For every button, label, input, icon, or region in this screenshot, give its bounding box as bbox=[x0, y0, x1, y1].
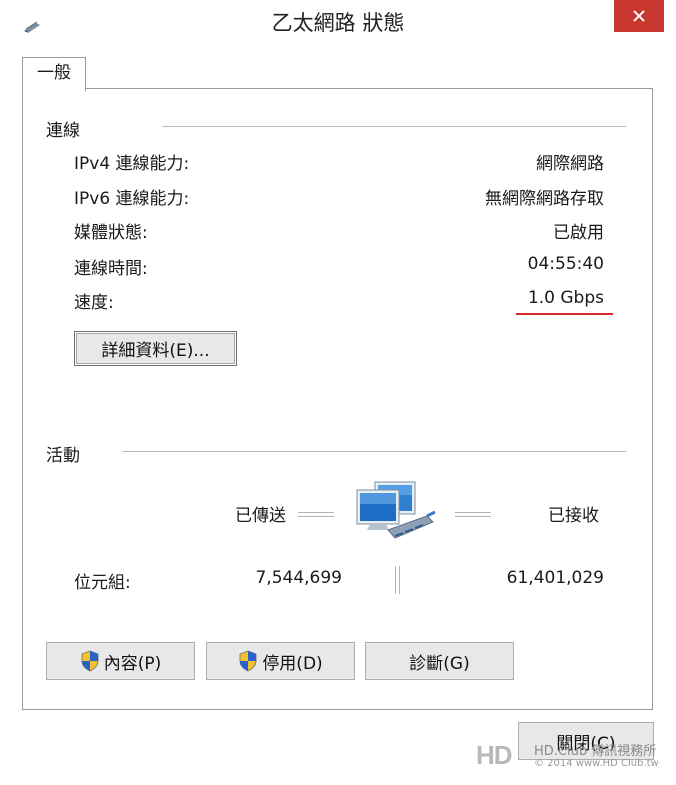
details-button[interactable]: 詳細資料(E)... bbox=[74, 331, 237, 366]
close-icon bbox=[633, 10, 645, 22]
ipv6-value: 無網際網路存取 bbox=[485, 189, 604, 209]
diagnose-button[interactable]: 診斷(G) bbox=[365, 642, 514, 680]
watermark-logo: HD bbox=[476, 740, 513, 770]
media-state-label: 媒體狀態: bbox=[74, 223, 148, 243]
bytes-sent-value: 7,544,699 bbox=[255, 568, 342, 588]
ipv4-label: IPv4 連線能力: bbox=[74, 154, 190, 174]
speed-label: 速度: bbox=[74, 293, 114, 313]
activity-section-title: 活動 bbox=[46, 446, 80, 466]
ipv4-value: 網際網路 bbox=[536, 154, 604, 174]
watermark: HD HD.Club 傳訊視務所 © 2014 www.HD Club.tw bbox=[476, 738, 676, 778]
general-panel bbox=[22, 88, 653, 710]
received-dash bbox=[455, 512, 491, 517]
window-title: 乙太網路 狀態 bbox=[271, 11, 405, 35]
activity-section-divider bbox=[122, 451, 626, 452]
ethernet-status-window: 乙太網路 狀態 一般 連線 IPv4 連線能力: 網際網路 IPv6 連線能力:… bbox=[0, 0, 676, 785]
bytes-separator bbox=[395, 566, 400, 594]
watermark-text: HD.Club 傳訊視務所 bbox=[534, 744, 657, 759]
tab-general[interactable]: 一般 bbox=[22, 57, 86, 91]
duration-label: 連線時間: bbox=[74, 259, 148, 279]
disable-button-label: 停用(D) bbox=[262, 653, 323, 674]
sent-label: 已傳送 bbox=[235, 506, 286, 526]
received-label: 已接收 bbox=[548, 506, 599, 526]
uac-shield-icon bbox=[81, 650, 99, 672]
network-activity-icon bbox=[356, 481, 436, 539]
uac-shield-icon bbox=[239, 650, 257, 672]
speed-value: 1.0 Gbps bbox=[527, 288, 604, 308]
watermark-subtext: © 2014 www.HD Club.tw bbox=[534, 758, 659, 769]
bytes-received-value: 61,401,029 bbox=[506, 568, 604, 588]
media-state-value: 已啟用 bbox=[553, 223, 604, 243]
disable-button[interactable]: 停用(D) bbox=[206, 642, 355, 680]
ipv6-label: IPv6 連線能力: bbox=[74, 189, 190, 209]
speed-highlight-underline bbox=[516, 313, 613, 315]
bytes-label: 位元組: bbox=[74, 573, 131, 593]
sent-dash bbox=[298, 512, 334, 517]
connection-section-title: 連線 bbox=[46, 121, 80, 141]
properties-button[interactable]: 內容(P) bbox=[46, 642, 195, 680]
duration-value: 04:55:40 bbox=[527, 254, 604, 274]
properties-button-label: 內容(P) bbox=[103, 653, 162, 674]
connection-section-divider bbox=[162, 126, 626, 127]
title-bar: 乙太網路 狀態 bbox=[0, 0, 676, 44]
title-close-button[interactable] bbox=[614, 0, 664, 32]
